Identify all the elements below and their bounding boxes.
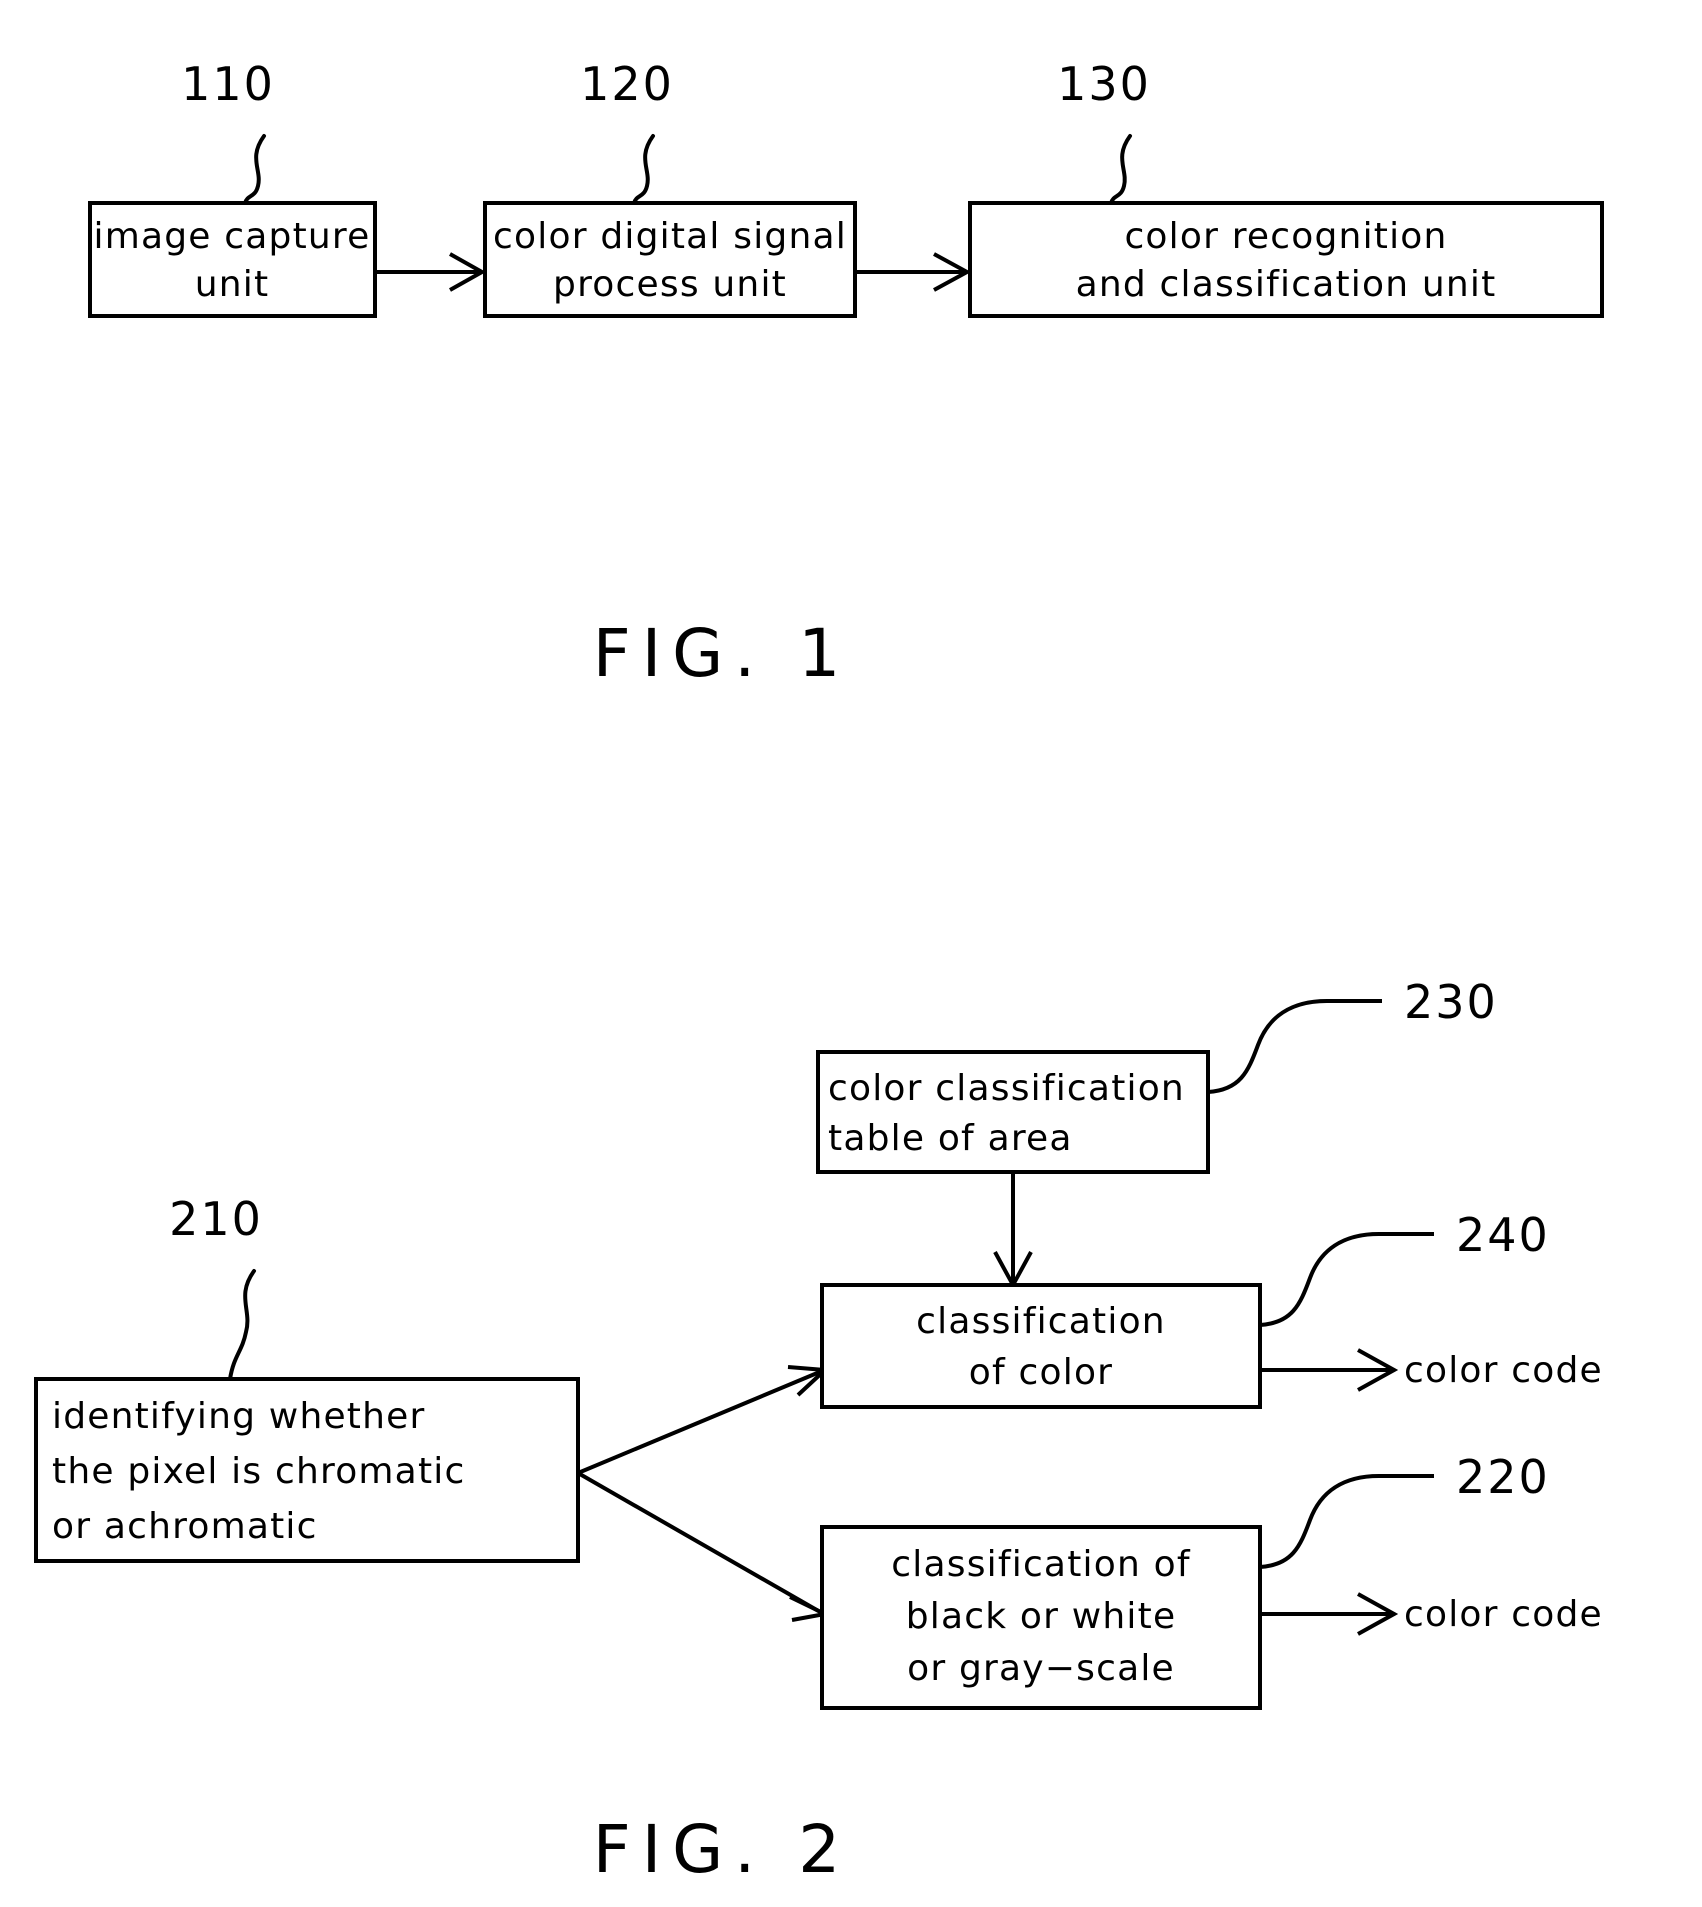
output-label-color-code-240: color code <box>1404 1350 1603 1391</box>
box-110-line1: image capture <box>94 216 371 257</box>
box-130-line1: color recognition <box>1124 216 1447 257</box>
figure-2-group: color classification table of area 230 i… <box>34 975 1603 1888</box>
lead-line-110 <box>243 134 266 205</box>
box-220-line3: or gray−scale <box>907 1648 1175 1689</box>
box-230-line2: table of area <box>828 1118 1073 1159</box>
box-220-line1: classification of <box>891 1544 1191 1585</box>
box-210-line2: the pixel is chromatic <box>52 1451 465 1492</box>
box-120-line1: color digital signal <box>493 216 847 257</box>
figure-drawing-canvas: image capture unit 110 color digital sig… <box>34 57 1604 1888</box>
patent-figure-sheet: image capture unit 110 color digital sig… <box>0 0 1702 1907</box>
box-240-line1: classification <box>916 1301 1166 1342</box>
box-240-line2: of color <box>969 1352 1113 1393</box>
ref-number-130: 130 <box>1057 57 1151 111</box>
box-230-line1: color classification <box>828 1068 1185 1109</box>
ref-number-230: 230 <box>1404 975 1498 1029</box>
figure-2-caption: FIG. 2 <box>593 1811 852 1888</box>
figure-1-group: image capture unit 110 color digital sig… <box>88 57 1604 692</box>
box-210-line1: identifying whether <box>52 1396 425 1437</box>
arrow-210-to-220 <box>577 1471 823 1615</box>
ref-number-240: 240 <box>1456 1208 1550 1262</box>
lead-line-210 <box>228 1269 256 1381</box>
output-label-color-code-220: color code <box>1404 1594 1603 1635</box>
lead-line-230 <box>1206 998 1332 1094</box>
ref-number-220: 220 <box>1456 1450 1550 1504</box>
box-220-line2: black or white <box>906 1596 1177 1637</box>
lead-line-120 <box>632 134 655 205</box>
box-130-line2: and classification unit <box>1076 264 1497 305</box>
lead-line-240 <box>1258 1231 1384 1327</box>
box-120-line2: process unit <box>553 264 787 305</box>
lead-line-220 <box>1258 1473 1384 1569</box>
ref-number-110: 110 <box>181 57 275 111</box>
box-110-line2: unit <box>195 264 270 305</box>
box-210-line3: or achromatic <box>52 1506 318 1547</box>
lead-line-130 <box>1109 134 1132 205</box>
arrow-210-to-240 <box>577 1369 823 1475</box>
figure-1-caption: FIG. 1 <box>593 615 852 692</box>
ref-number-210: 210 <box>169 1192 263 1246</box>
arrow-head-210-to-220 <box>789 1595 832 1622</box>
ref-number-120: 120 <box>580 57 674 111</box>
